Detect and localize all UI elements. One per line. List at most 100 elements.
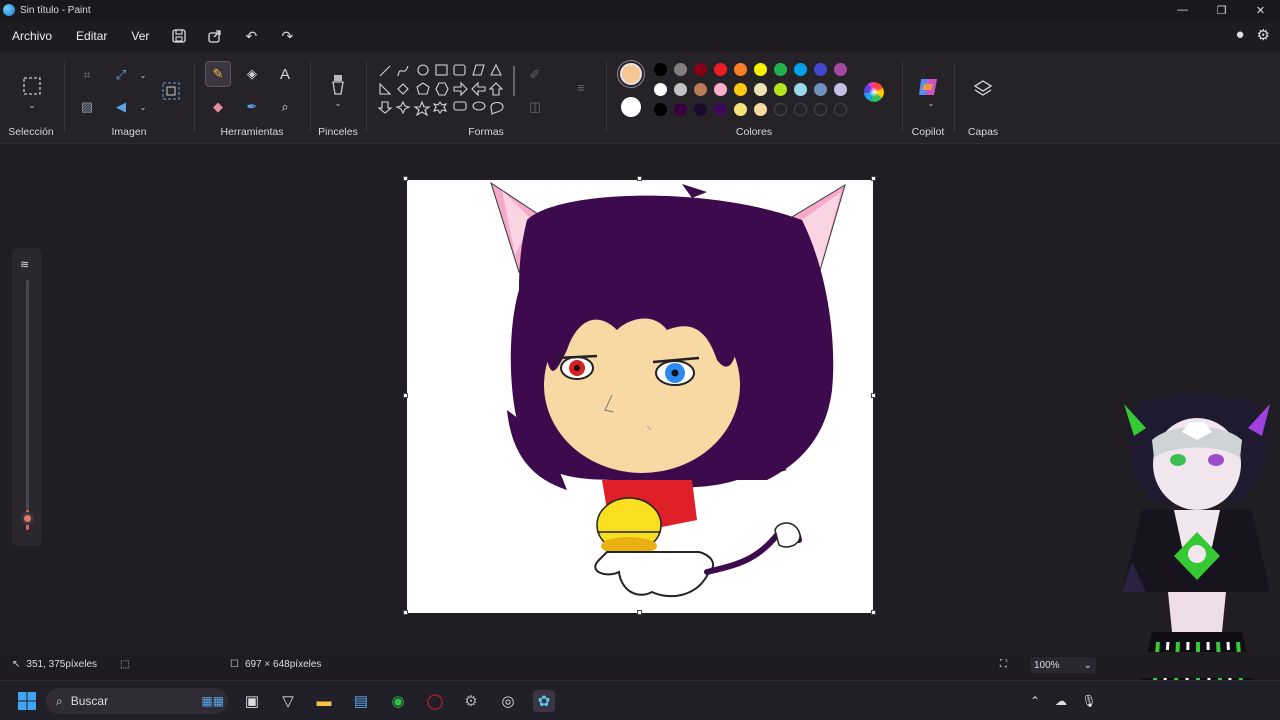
resize-handle[interactable] (403, 176, 408, 181)
paint-app-icon[interactable]: ✿ (533, 690, 555, 712)
windows-start-icon[interactable] (16, 690, 38, 712)
palette-swatch[interactable] (834, 63, 847, 76)
resize-handle[interactable] (871, 610, 876, 615)
palette-swatch[interactable] (714, 63, 727, 76)
color-picker-icon[interactable]: ✒ (239, 94, 265, 120)
whatsapp-icon[interactable]: ◉ (387, 690, 409, 712)
pencil-icon[interactable]: ✎ (205, 61, 231, 87)
crop-icon[interactable]: ⌗ (74, 62, 100, 88)
palette-swatch[interactable] (754, 103, 767, 116)
menu-editar[interactable]: Editar (64, 29, 119, 43)
menu-archivo[interactable]: Archivo (0, 29, 64, 43)
palette-swatch[interactable] (694, 103, 707, 116)
resize-handle[interactable] (403, 610, 408, 615)
palette-swatch[interactable] (774, 63, 787, 76)
save-icon[interactable] (161, 21, 197, 51)
chevron-down-icon: ⌄ (1083, 659, 1092, 671)
palette-swatch[interactable] (794, 63, 807, 76)
stroke-size-icon[interactable]: ≡ (568, 74, 594, 100)
paint-app-icon (3, 4, 15, 16)
settings-icon[interactable]: ⚙ (1257, 26, 1270, 44)
palette-swatch[interactable] (814, 63, 827, 76)
palette-swatch[interactable] (674, 83, 687, 96)
magnifier-icon[interactable]: ⌕ (272, 94, 298, 120)
palette-swatch[interactable] (694, 83, 707, 96)
opera-icon[interactable]: ◯ (424, 690, 446, 712)
palette-swatch[interactable] (714, 83, 727, 96)
slider-thumb[interactable] (21, 512, 34, 525)
palette-swatch[interactable] (694, 63, 707, 76)
palette-swatch[interactable] (774, 83, 787, 96)
chevron-up-icon[interactable]: ⌃ (1024, 690, 1046, 712)
vivaldi-icon[interactable]: ▽ (277, 690, 299, 712)
remove-background-icon[interactable]: ▨ (74, 94, 100, 120)
zoom-select[interactable]: 100% ⌄ (1030, 657, 1096, 673)
chevron-down-icon[interactable]: ⌄ (130, 94, 156, 120)
palette-swatch[interactable] (654, 103, 667, 116)
edit-colors-icon[interactable] (860, 78, 888, 106)
chevron-down-icon[interactable]: ⌄ (918, 96, 944, 110)
palette-swatch[interactable] (774, 103, 787, 116)
close-icon[interactable]: ✕ (1241, 0, 1280, 20)
minimize-icon[interactable]: — (1163, 0, 1202, 20)
resize-handle[interactable] (403, 393, 408, 398)
settings-app-icon[interactable]: ⚙ (460, 690, 482, 712)
layers-label: Capas (967, 126, 999, 138)
palette-swatch[interactable] (734, 83, 747, 96)
chevron-down-icon[interactable]: ⌄ (325, 96, 351, 110)
palette-swatch[interactable] (814, 83, 827, 96)
palette-swatch[interactable] (674, 63, 687, 76)
outline-icon[interactable]: ✐ (522, 62, 548, 88)
cloud-icon[interactable]: ☁ (1050, 690, 1072, 712)
file-explorer-icon[interactable]: ▬ (313, 690, 335, 712)
undo-icon[interactable]: ↶ (233, 21, 269, 51)
taskbar-search-input[interactable]: ⌕ Buscar ▦▦ (46, 688, 228, 714)
fill-icon[interactable]: ◈ (239, 61, 265, 87)
text-icon[interactable]: A (272, 61, 298, 87)
secondary-color-swatch[interactable] (621, 97, 641, 117)
palette-swatch[interactable] (814, 103, 827, 116)
resize-handle[interactable] (871, 176, 876, 181)
account-icon[interactable]: ● (1235, 26, 1244, 44)
resize-handle[interactable] (871, 393, 876, 398)
palette-swatch[interactable] (794, 83, 807, 96)
menu-ver[interactable]: Ver (119, 29, 161, 43)
palette-swatch[interactable] (734, 63, 747, 76)
cat-girl-drawing (490, 181, 846, 598)
primary-color-swatch[interactable] (620, 63, 642, 85)
palette-swatch[interactable] (674, 103, 687, 116)
palette-swatch[interactable] (734, 103, 747, 116)
resize-handle[interactable] (637, 610, 642, 615)
palette-swatch[interactable] (834, 103, 847, 116)
fit-window-icon[interactable]: ⛶ (1000, 659, 1007, 670)
store-icon[interactable]: ▤ (350, 690, 372, 712)
drawing-canvas[interactable] (407, 180, 873, 613)
brush-size-slider[interactable]: ≋ (12, 248, 42, 546)
palette-swatch[interactable] (834, 83, 847, 96)
redo-icon[interactable]: ↷ (269, 21, 305, 51)
microphone-icon[interactable]: 🎙 (1078, 690, 1100, 712)
steam-icon[interactable]: ◎ (497, 690, 519, 712)
chevron-down-icon[interactable]: ⌄ (130, 62, 156, 88)
copilot-label: Copilot (911, 126, 945, 138)
resize-handle[interactable] (637, 176, 642, 181)
layers-group: Capas (956, 52, 1010, 144)
layers-icon[interactable] (970, 76, 996, 102)
palette-swatch[interactable] (714, 103, 727, 116)
brushes-label: Pinceles (318, 126, 358, 138)
shapes-gallery[interactable] (376, 62, 516, 124)
palette-swatch[interactable] (654, 63, 667, 76)
selection-rect-icon[interactable] (18, 72, 46, 100)
chevron-down-icon[interactable]: ⌄ (22, 98, 42, 112)
image-from-file-icon[interactable] (158, 78, 184, 104)
palette-swatch[interactable] (754, 63, 767, 76)
slider-track (26, 280, 29, 518)
task-view-icon[interactable]: ▣ (241, 690, 263, 712)
palette-swatch[interactable] (754, 83, 767, 96)
palette-swatch[interactable] (654, 83, 667, 96)
eraser-icon[interactable]: ◆ (205, 94, 231, 120)
share-icon[interactable] (197, 21, 233, 51)
palette-swatch[interactable] (794, 103, 807, 116)
fill-shape-icon[interactable]: ◫ (522, 94, 548, 120)
restore-icon[interactable]: ❐ (1202, 0, 1241, 20)
